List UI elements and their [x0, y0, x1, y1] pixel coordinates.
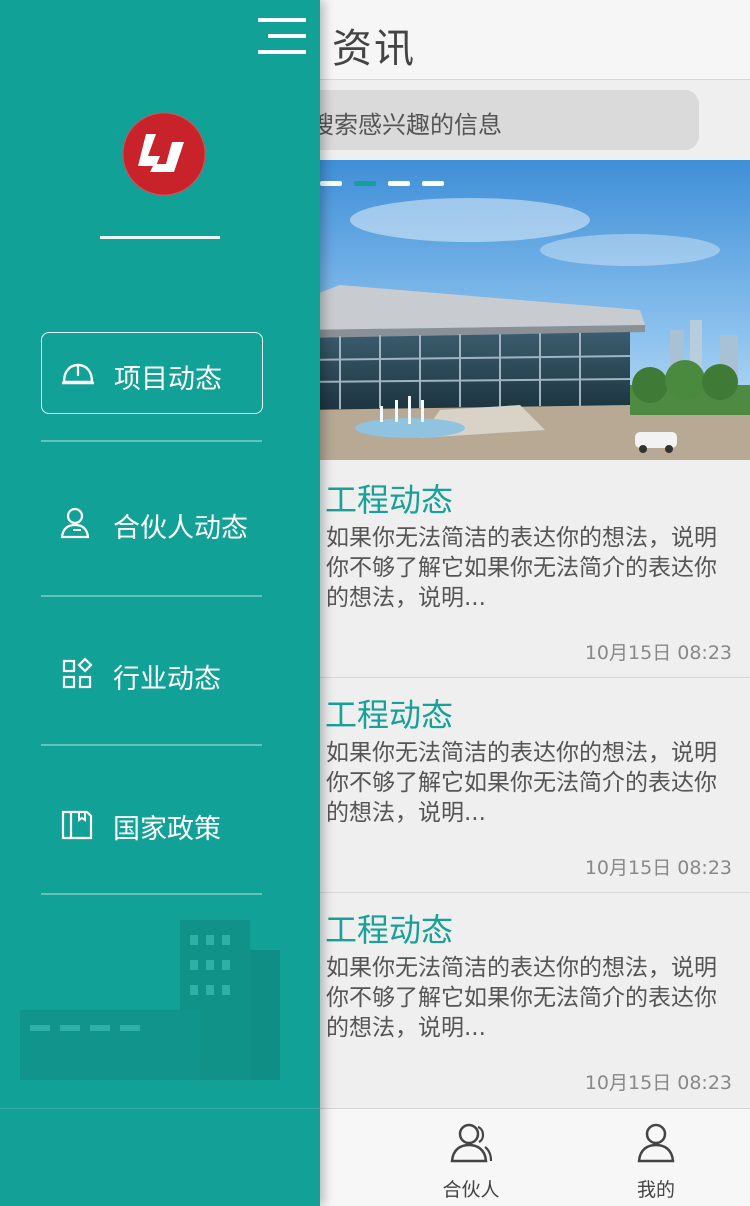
- carousel-dot[interactable]: [320, 181, 342, 186]
- tab-mine[interactable]: 我的: [596, 1109, 716, 1206]
- page-title: 资讯: [332, 26, 416, 72]
- hard-hat-icon: [62, 363, 94, 385]
- carousel-indicator: [320, 181, 444, 186]
- nav-label: 项目动态: [114, 364, 222, 395]
- search-placeholder: 搜索感兴趣的信息: [310, 111, 502, 139]
- news-summary: 如果你无法简洁的表达你的想法，说明你不够了解它如果你无法简介的表达你的想法，说明…: [326, 740, 717, 826]
- news-summary: 如果你无法简洁的表达你的想法，说明你不够了解它如果你无法简介的表达你的想法，说明…: [326, 525, 717, 611]
- carousel-dot[interactable]: [422, 181, 444, 186]
- news-title: 工程动态: [325, 911, 454, 949]
- building-illustration: [20, 920, 280, 1080]
- nav-divider: [41, 440, 262, 442]
- tab-label: 我的: [636, 1179, 675, 1201]
- company-logo: [122, 112, 206, 196]
- book-icon: [61, 810, 93, 840]
- carousel-dot[interactable]: [388, 181, 410, 186]
- tab-label: 合伙人: [442, 1179, 500, 1201]
- grid-icon: [62, 657, 93, 689]
- news-item[interactable]: 工程动态 如果你无法简洁的表达你的想法，说明你不够了解它如果你无法简介的表达你的…: [300, 463, 750, 678]
- menu-icon[interactable]: [258, 18, 306, 54]
- news-summary: 如果你无法简洁的表达你的想法，说明你不够了解它如果你无法简介的表达你的想法，说明…: [326, 955, 717, 1041]
- nav-item-national-policy[interactable]: 国家政策: [41, 783, 263, 865]
- nav-label: 合伙人动态: [113, 513, 248, 544]
- news-item[interactable]: 工程动态 如果你无法简洁的表达你的想法，说明你不够了解它如果你无法简介的表达你的…: [300, 678, 750, 893]
- tab-partners[interactable]: 合伙人: [411, 1109, 531, 1206]
- logo-underline: [100, 236, 220, 239]
- nav-divider: [41, 744, 262, 746]
- banner-image: [300, 160, 750, 460]
- drawer-tabbar-overlay: [0, 1108, 320, 1206]
- news-title: 工程动态: [325, 481, 454, 519]
- news-timestamp: 10月15日 08:23: [584, 642, 732, 664]
- partners-icon: [450, 1123, 493, 1163]
- side-drawer: 项目动态 合伙人动态 行业动态 国家政策: [0, 0, 320, 1206]
- person-icon: [60, 507, 90, 539]
- news-item[interactable]: 工程动态 如果你无法简洁的表达你的想法，说明你不够了解它如果你无法简介的表达你的…: [300, 893, 750, 1108]
- banner-carousel[interactable]: [300, 160, 750, 460]
- nav-divider: [41, 893, 262, 895]
- news-timestamp: 10月15日 08:23: [584, 857, 732, 879]
- nav-label: 国家政策: [113, 814, 221, 845]
- nav-item-partner-news[interactable]: 合伙人动态: [41, 482, 263, 564]
- nav-label: 行业动态: [113, 664, 221, 695]
- news-title: 工程动态: [325, 696, 454, 734]
- carousel-dot-active[interactable]: [354, 181, 376, 186]
- nav-item-project-news[interactable]: 项目动态: [41, 332, 263, 414]
- nav-item-industry-news[interactable]: 行业动态: [41, 633, 263, 715]
- nav-divider: [41, 595, 262, 597]
- news-timestamp: 10月15日 08:23: [584, 1072, 732, 1094]
- user-icon: [637, 1123, 675, 1163]
